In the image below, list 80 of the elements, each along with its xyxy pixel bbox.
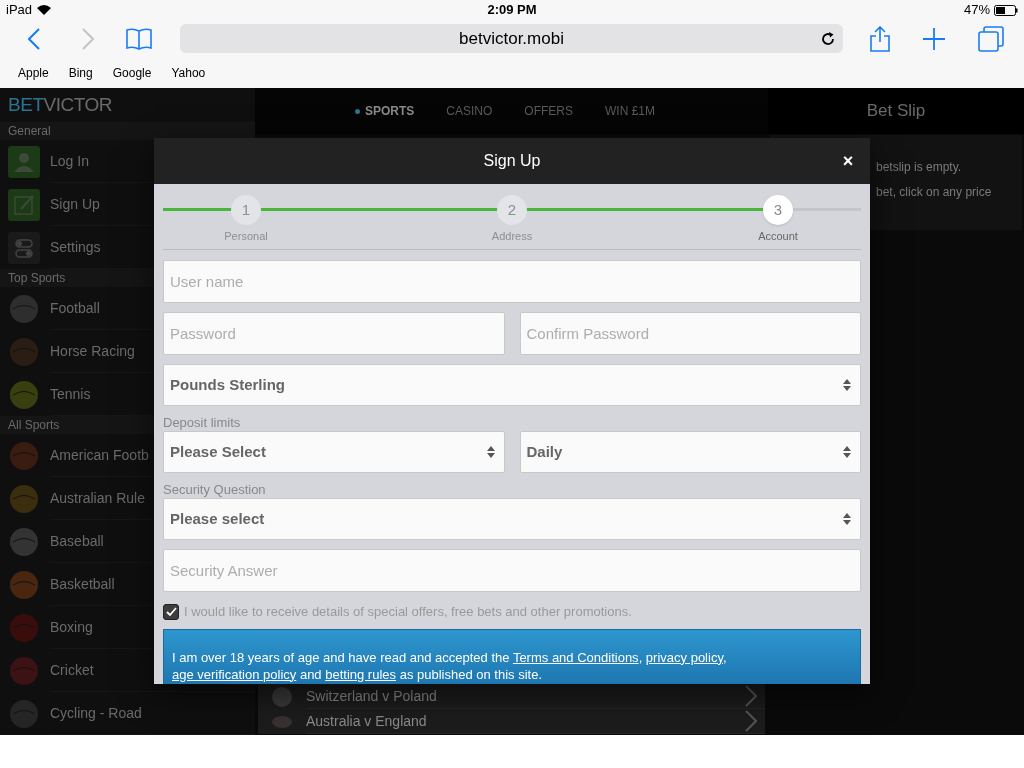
input-field[interactable]: Security Answer [163, 549, 861, 592]
bookmark-link[interactable]: Yahoo [171, 63, 206, 82]
ball-icon [9, 526, 39, 557]
sidebar-item[interactable]: Baseball [50, 530, 104, 552]
section-header: All Sports [8, 417, 60, 434]
sidebar-item[interactable]: Log In [50, 150, 89, 172]
terms-link[interactable]: privacy policy [645, 649, 723, 665]
reload-icon[interactable] [821, 31, 835, 46]
bookmark-link[interactable]: Bing [68, 63, 93, 82]
checkbox[interactable] [163, 603, 179, 620]
nav-tab[interactable]: WIN £1M [605, 102, 656, 120]
step-label: Personal [224, 229, 268, 244]
wifi-icon [37, 5, 52, 15]
select-field[interactable]: Daily [519, 431, 861, 473]
nav-tab[interactable]: CASINO [446, 102, 493, 120]
ball-icon [9, 379, 39, 410]
address-bar[interactable]: betvictor.mobi [180, 24, 843, 53]
select-field[interactable]: Pounds Sterling [163, 364, 861, 406]
field-label: Deposit limits [163, 414, 242, 429]
site-logo[interactable]: BETVICTOR [8, 90, 113, 120]
terms-link[interactable]: age verification policy [172, 666, 297, 682]
clock-time: 2:09 PM [487, 1, 537, 20]
dialog-title: Sign Up [483, 151, 541, 171]
plus-icon[interactable] [922, 27, 945, 50]
person-icon [8, 145, 40, 178]
event-name[interactable]: Switzerland v Poland [306, 685, 437, 707]
sort-arrows-icon [843, 513, 851, 525]
sidebar-item[interactable]: American Footb [50, 444, 149, 466]
sidebar-item[interactable]: Australian Rule [50, 487, 145, 509]
close-button[interactable]: × [838, 151, 858, 171]
bookmark-link[interactable]: Apple [18, 63, 49, 82]
forward-icon [82, 27, 94, 50]
nav-tab[interactable]: SPORTS [355, 102, 415, 120]
bet-slip-text: bet, click on any price [876, 184, 993, 201]
edit-icon [8, 188, 40, 221]
bookmark-link[interactable]: Google [112, 63, 152, 82]
sidebar-item[interactable]: Boxing [50, 616, 93, 638]
section-header: General [8, 123, 51, 140]
ball-icon [9, 655, 39, 686]
back-icon [28, 27, 40, 50]
sort-arrows-icon [843, 446, 851, 458]
input-field[interactable]: User name [163, 260, 861, 303]
sort-arrows-icon [486, 446, 495, 458]
ball-icon [272, 686, 292, 707]
sidebar-item[interactable]: Football [50, 297, 100, 319]
terms-link[interactable]: Terms and Conditions [512, 649, 639, 665]
book-icon [125, 26, 153, 51]
carrier-label: iPad [6, 1, 33, 20]
terms-link[interactable]: betting rules [325, 666, 397, 682]
step-label: Address [491, 229, 533, 244]
step-label: Account [758, 229, 798, 244]
sort-arrows-icon [843, 379, 851, 391]
sidebar-item[interactable]: Cricket [50, 659, 94, 681]
sidebar-item[interactable]: Basketball [50, 573, 115, 595]
input-field[interactable]: Confirm Password [519, 312, 861, 355]
sidebar-item[interactable]: Horse Racing [50, 340, 135, 362]
battery-percent: 47% [963, 1, 990, 20]
select-field[interactable]: Please select [163, 498, 861, 540]
share-icon[interactable] [869, 25, 890, 52]
section-header: Top Sports [8, 270, 66, 287]
chevron-icon [745, 710, 757, 732]
sidebar-item[interactable]: Settings [50, 236, 101, 258]
nav-tab[interactable]: OFFERS [524, 102, 574, 120]
input-field[interactable]: Password [163, 312, 505, 355]
ball-icon [9, 440, 39, 471]
sidebar-item[interactable]: Tennis [50, 383, 91, 405]
toggle-icon [8, 231, 40, 264]
chevron-icon [745, 685, 757, 707]
select-field[interactable]: Please Select [163, 431, 505, 473]
bet-slip-title: Bet Slip [866, 100, 926, 123]
ball-icon [9, 569, 39, 600]
battery-icon [994, 4, 1018, 16]
field-label: Security Question [163, 481, 267, 496]
tabs-icon[interactable] [977, 25, 1004, 52]
sidebar-item[interactable]: Sign Up [50, 193, 100, 215]
sidebar-item[interactable]: Cycling - Road [50, 702, 142, 724]
bet-slip-text: betslip is empty. [876, 159, 963, 176]
ball-icon [9, 293, 39, 324]
event-name[interactable]: Australia v England [306, 710, 427, 732]
terms-text: I am over 18 years of age and have read and accepted the Terms and Conditions, privacy policy, age verification policy and betting rules as published on this site. [172, 648, 728, 683]
